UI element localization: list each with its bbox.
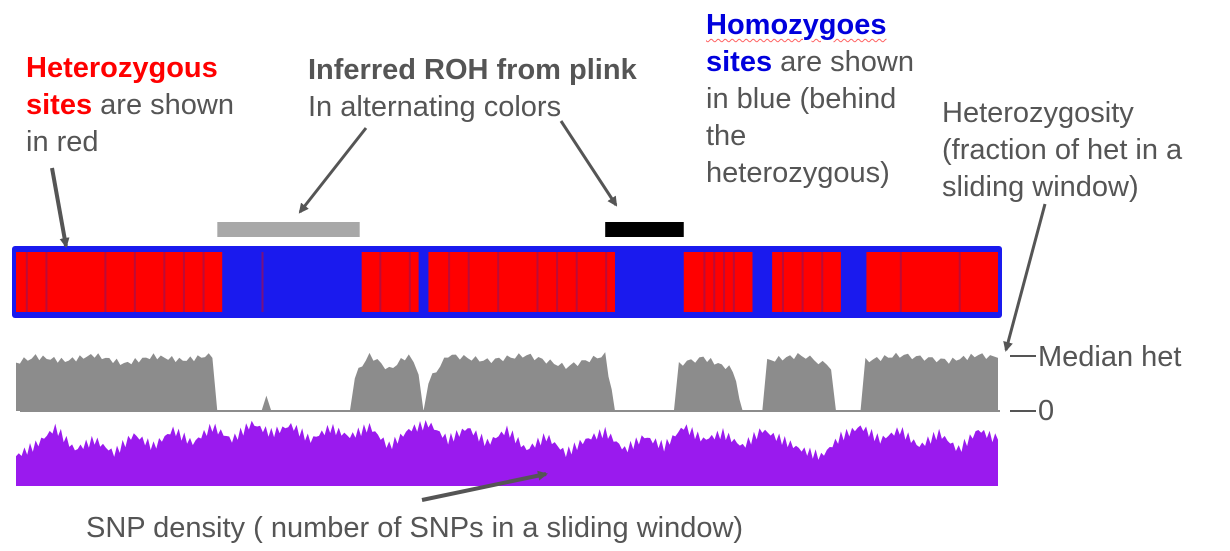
het-separator <box>467 252 470 312</box>
snp-density-label: SNP density ( number of SNPs in a slidin… <box>86 512 744 544</box>
homo-desc-3: the <box>706 120 747 152</box>
het-block <box>683 252 753 312</box>
het-arrow <box>50 167 70 248</box>
het-separator <box>182 252 185 312</box>
het-separator <box>713 252 716 312</box>
hz-line-2: (fraction of het in a <box>942 134 1183 166</box>
het-title-2: sites <box>26 89 93 121</box>
het-separator <box>703 252 706 312</box>
het-separator <box>958 252 961 312</box>
snp-density-area <box>16 420 998 486</box>
hz-line-1: Heterozygosity <box>942 97 1134 129</box>
het-separator <box>25 252 28 312</box>
het-separator <box>261 252 264 312</box>
roh-subtitle: In alternating colors <box>308 91 562 123</box>
roh-annotation: Inferred ROH from plink In alternating c… <box>308 52 637 126</box>
homo-desc: are shown <box>772 46 914 78</box>
hz-line-3: sliding window) <box>942 171 1139 203</box>
roh-segment <box>605 222 684 237</box>
het-separator <box>448 252 451 312</box>
het-separator <box>605 252 608 312</box>
homo-desc-4: heterozygous) <box>706 157 890 189</box>
roh-segment <box>217 222 360 237</box>
het-separator <box>202 252 205 312</box>
het-separator <box>133 252 136 312</box>
het-separator <box>899 252 902 312</box>
het-separator <box>497 252 500 312</box>
het-separator <box>536 252 539 312</box>
het-separator <box>801 252 804 312</box>
het-desc-2: in red <box>26 126 99 158</box>
het-desc: are shown <box>92 89 234 121</box>
roh-bars <box>217 222 684 237</box>
het-separator <box>781 252 784 312</box>
het-title: Heterozygous <box>26 52 218 84</box>
roh-arrow-right <box>559 120 618 207</box>
homo-annotation: Homozygoes sites are shown in blue (behi… <box>706 7 914 192</box>
heterozygosity-area <box>16 352 998 411</box>
het-separator <box>163 252 166 312</box>
homo-title: Homozygoes <box>706 9 887 41</box>
heterozygosity-annotation: Heterozygosity (fraction of het in a sli… <box>942 95 1182 206</box>
homo-desc-2: in blue (behind <box>706 83 897 115</box>
het-separator <box>821 252 824 312</box>
median-het-label: Median het <box>1038 341 1182 373</box>
heterozygosity-arrow <box>1003 203 1047 352</box>
het-separator <box>379 252 382 312</box>
homo-title-2: sites <box>706 46 773 78</box>
het-separator <box>45 252 48 312</box>
roh-title: Inferred ROH from plink <box>308 54 637 86</box>
het-separator <box>732 252 735 312</box>
het-separator <box>723 252 726 312</box>
het-block <box>866 252 998 312</box>
zero-label: 0 <box>1038 395 1055 427</box>
het-annotation: Heterozygous sites are shown in red <box>26 50 234 161</box>
het-separator <box>104 252 107 312</box>
het-block <box>428 252 616 312</box>
het-separator <box>556 252 559 312</box>
roh-arrow-left <box>298 127 368 214</box>
het-separator <box>575 252 578 312</box>
het-separator <box>408 252 411 312</box>
